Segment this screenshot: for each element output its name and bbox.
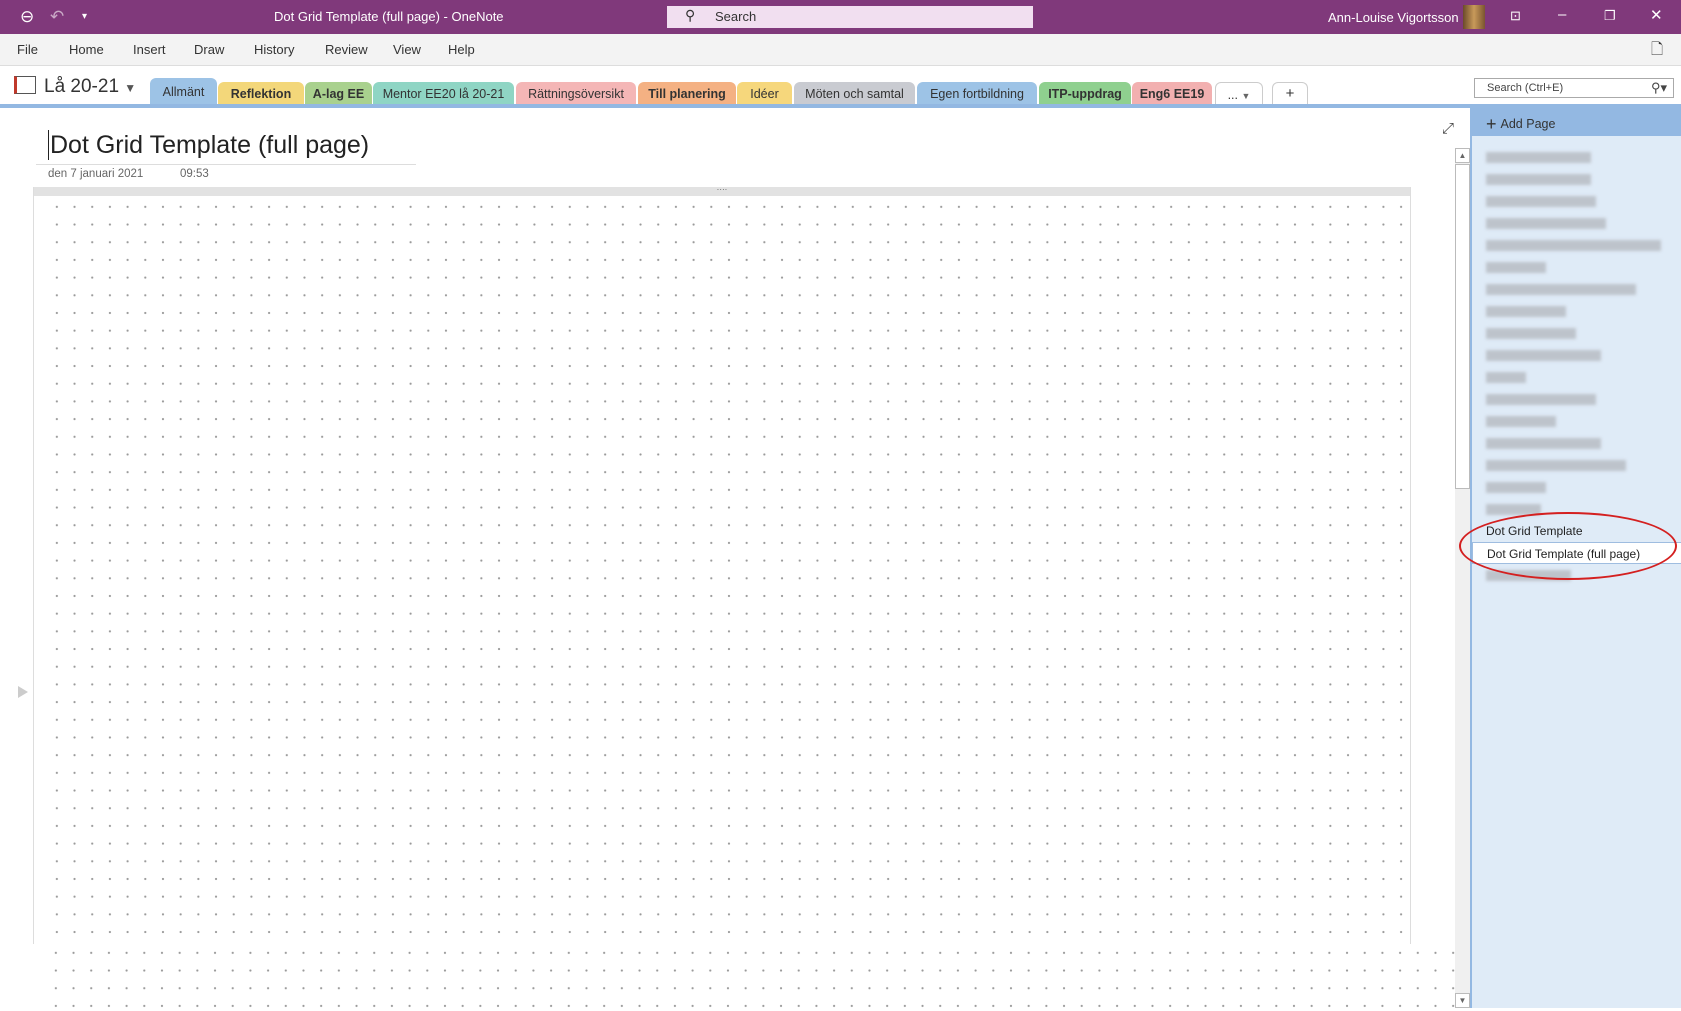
collapse-arrow-icon[interactable] xyxy=(18,686,28,698)
title-bar: ⊖ ↶ ▾ Dot Grid Template (full page) - On… xyxy=(0,0,1681,34)
user-name[interactable]: Ann-Louise Vigortsson xyxy=(1328,10,1459,25)
page-date: den 7 januari 2021 xyxy=(48,168,144,180)
restore-icon[interactable]: ❐ xyxy=(1604,8,1616,24)
blurred-page-item[interactable] xyxy=(1486,262,1546,273)
window-title: Dot Grid Template (full page) - OneNote xyxy=(274,9,504,24)
section-tab-id-er[interactable]: Idéer xyxy=(737,82,792,105)
search-placeholder: Search xyxy=(715,9,757,24)
scroll-up-icon[interactable]: ▲ xyxy=(1455,148,1470,163)
title-underline xyxy=(36,164,416,165)
notebook-selector[interactable]: Lå 20-21 ▼ xyxy=(14,76,136,98)
section-tab-reflektion[interactable]: Reflektion xyxy=(218,82,304,105)
back-icon[interactable]: ⊖ xyxy=(20,7,34,27)
page-search-placeholder: Search (Ctrl+E) xyxy=(1487,82,1564,94)
blurred-page-item[interactable] xyxy=(1486,174,1591,185)
chevron-down-icon: ▼ xyxy=(124,81,137,95)
blurred-page-item[interactable] xyxy=(1486,284,1636,295)
immersive-reader-icon[interactable]: 🗋 xyxy=(1651,39,1663,64)
blurred-page-item[interactable] xyxy=(1486,372,1526,383)
blurred-page-item[interactable] xyxy=(1486,350,1601,361)
menu-view[interactable]: View xyxy=(393,42,421,57)
blurred-page-item[interactable] xyxy=(1486,460,1626,471)
section-tab-till-planering[interactable]: Till planering xyxy=(638,82,736,105)
menu-draw[interactable]: Draw xyxy=(194,42,224,57)
page-scrollbar[interactable]: ▲ ▼ xyxy=(1455,148,1470,1008)
search-box[interactable]: ⚲ Search xyxy=(667,6,1033,28)
more-label: ... xyxy=(1227,88,1238,102)
container-drag-handle[interactable]: ···· xyxy=(34,186,1410,196)
chevron-down-icon: ▼ xyxy=(1241,91,1251,101)
blurred-page-item[interactable] xyxy=(1486,240,1661,251)
notebook-icon xyxy=(14,76,36,94)
add-section-button[interactable]: + xyxy=(1272,82,1308,105)
search-icon: ⚲▾ xyxy=(1650,80,1667,95)
close-icon[interactable]: ✕ xyxy=(1650,6,1663,24)
page-canvas[interactable]: Dot Grid Template (full page) den 7 janu… xyxy=(0,108,1455,1008)
menu-review[interactable]: Review xyxy=(325,42,368,57)
page-time: 09:53 xyxy=(180,168,209,180)
expand-icon[interactable]: ⤢ xyxy=(1442,120,1454,137)
menu-history[interactable]: History xyxy=(254,42,294,57)
menu-home[interactable]: Home xyxy=(69,42,104,57)
more-sections-button[interactable]: ... ▼ xyxy=(1215,82,1263,105)
menu-insert[interactable]: Insert xyxy=(133,42,166,57)
plus-icon: + xyxy=(1486,114,1497,134)
undo-icon[interactable]: ↶ xyxy=(50,7,64,27)
minimize-icon[interactable]: – xyxy=(1558,6,1566,23)
search-icon: ⚲ xyxy=(685,7,696,23)
page-search-input[interactable]: Search (Ctrl+E) ⚲▾ xyxy=(1474,78,1674,98)
dot-grid xyxy=(48,198,1410,944)
scroll-thumb[interactable] xyxy=(1455,164,1470,489)
highlight-circle xyxy=(1459,512,1677,580)
blurred-page-item[interactable] xyxy=(1486,328,1576,339)
add-page-label: Add Page xyxy=(1500,117,1556,131)
section-tab-möten-och-samtal[interactable]: Möten och samtal xyxy=(794,82,915,105)
ribbon-menu: File Home Insert Draw History Review Vie… xyxy=(0,34,1681,66)
dot-grid-lower xyxy=(47,944,1455,1008)
blurred-page-item[interactable] xyxy=(1486,152,1591,163)
dot-grid-container[interactable]: ···· xyxy=(33,186,1411,944)
blurred-page-item[interactable] xyxy=(1486,394,1596,405)
ribbon-display-icon[interactable]: ⊡ xyxy=(1510,8,1521,24)
add-page-button[interactable]: + Add Page xyxy=(1472,108,1681,136)
section-tab-rättningsöversikt[interactable]: Rättningsöversikt xyxy=(516,82,636,105)
customize-qat-icon[interactable]: ▾ xyxy=(82,11,87,22)
blurred-page-item[interactable] xyxy=(1486,306,1566,317)
section-tab-egen-fortbildning[interactable]: Egen fortbildning xyxy=(917,82,1037,105)
section-tab-a-lag-ee[interactable]: A-lag EE xyxy=(305,82,372,105)
blurred-page-item[interactable] xyxy=(1486,196,1596,207)
section-tab-allmänt[interactable]: Allmänt xyxy=(150,78,217,105)
menu-file[interactable]: File xyxy=(17,42,38,57)
section-tab-eng6-ee19[interactable]: Eng6 EE19 xyxy=(1132,82,1212,105)
blurred-page-item[interactable] xyxy=(1486,482,1546,493)
blurred-page-item[interactable] xyxy=(1486,416,1556,427)
avatar[interactable] xyxy=(1463,5,1485,29)
page-title[interactable]: Dot Grid Template (full page) xyxy=(48,130,369,160)
menu-help[interactable]: Help xyxy=(448,42,475,57)
blurred-page-item[interactable] xyxy=(1486,438,1601,449)
blurred-page-item[interactable] xyxy=(1486,218,1606,229)
scroll-down-icon[interactable]: ▼ xyxy=(1455,993,1470,1008)
section-tabs-row: Lå 20-21 ▼ Allmänt Reflektion A-lag EE Ment… xyxy=(0,66,1681,105)
section-tab-itp-uppdrag[interactable]: ITP-uppdrag xyxy=(1039,82,1131,105)
notebook-name: Lå 20-21 xyxy=(44,76,120,97)
section-tab-mentor-ee20-lå-20-21[interactable]: Mentor EE20 lå 20-21 xyxy=(373,82,514,105)
